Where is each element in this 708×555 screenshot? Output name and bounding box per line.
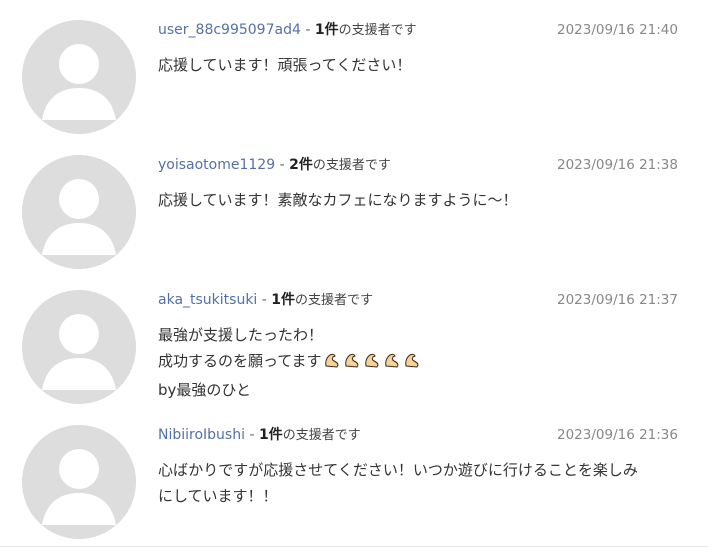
flexed-biceps-icon xyxy=(344,353,359,368)
username-link[interactable]: aka_tsukitsuki xyxy=(158,292,257,308)
comment-item: aka_tsukitsuki - 1件の支援者です 2023/09/16 21:… xyxy=(0,270,708,405)
default-user-avatar-icon xyxy=(22,20,136,134)
flexed-biceps-icon xyxy=(364,353,379,368)
meta-separator: - xyxy=(249,427,255,443)
avatar[interactable] xyxy=(22,290,136,404)
comment-line: by最強のひと xyxy=(158,381,251,399)
flexed-biceps-icon xyxy=(404,353,419,368)
username-link[interactable]: yoisaotome1129 xyxy=(158,157,275,173)
avatar[interactable] xyxy=(22,20,136,134)
meta-separator: - xyxy=(279,157,285,173)
default-user-avatar-icon xyxy=(22,155,136,269)
flexed-biceps-icon xyxy=(384,353,399,368)
support-count: 1件 xyxy=(258,427,283,443)
comment-line: にしています！！ xyxy=(158,487,278,505)
comment-line: 心ばかりですが応援させてください！いつか遊びに行けることを楽しみ xyxy=(158,461,638,479)
supporter-label: の支援者です xyxy=(282,428,361,443)
comment-date: 2023/09/16 21:37 xyxy=(556,292,678,308)
comment-line: 最強が支援したったわ！ xyxy=(158,326,324,344)
default-user-avatar-icon xyxy=(22,425,136,539)
comment-body: 心ばかりですが応援させてください！いつか遊びに行けることを楽しみ にしています！… xyxy=(158,457,678,509)
comment-item: yoisaotome1129 - 2件の支援者です 2023/09/16 21:… xyxy=(0,135,708,270)
comment-line: 応援しています！素敵なカフェになりますように〜！ xyxy=(158,191,518,209)
comment-meta: NibiiroIbushi - 1件の支援者です xyxy=(158,426,361,445)
username-link[interactable]: NibiiroIbushi xyxy=(158,427,245,443)
support-count: 1件 xyxy=(271,292,296,308)
comment-body: 応援しています！素敵なカフェになりますように〜！ xyxy=(158,187,678,213)
comment-item: user_88c995097ad4 - 1件の支援者です 2023/09/16 … xyxy=(0,0,708,135)
supporter-label: の支援者です xyxy=(338,23,417,38)
support-count: 1件 xyxy=(314,22,339,38)
emoji-row xyxy=(323,351,423,377)
comment-meta: yoisaotome1129 - 2件の支援者です xyxy=(158,156,391,175)
flexed-biceps-icon xyxy=(324,353,339,368)
default-user-avatar-icon xyxy=(22,290,136,404)
comment-date: 2023/09/16 21:38 xyxy=(556,157,678,173)
list-divider xyxy=(0,546,708,547)
avatar[interactable] xyxy=(22,425,136,539)
comment-meta: user_88c995097ad4 - 1件の支援者です xyxy=(158,21,417,40)
comment-item: NibiiroIbushi - 1件の支援者です 2023/09/16 21:3… xyxy=(0,405,708,546)
comment-line: 成功するのを願ってます xyxy=(158,352,322,370)
comment-line: 応援しています！頑張ってください！ xyxy=(158,56,412,74)
comment-date: 2023/09/16 21:40 xyxy=(556,22,678,38)
supporter-label: の支援者です xyxy=(312,158,391,173)
comment-body: 応援しています！頑張ってください！ xyxy=(158,52,678,78)
meta-separator: - xyxy=(305,22,311,38)
comment-meta: aka_tsukitsuki - 1件の支援者です xyxy=(158,291,373,310)
comment-line-with-emoji: 成功するのを願ってます xyxy=(158,348,678,377)
supporter-label: の支援者です xyxy=(295,293,374,308)
comment-body: 最強が支援したったわ！ 成功するのを願ってます by最強のひと xyxy=(158,322,678,403)
support-count: 2件 xyxy=(289,157,313,173)
comment-date: 2023/09/16 21:36 xyxy=(556,427,678,443)
username-link[interactable]: user_88c995097ad4 xyxy=(158,22,301,38)
meta-separator: - xyxy=(261,292,267,308)
avatar[interactable] xyxy=(22,155,136,269)
